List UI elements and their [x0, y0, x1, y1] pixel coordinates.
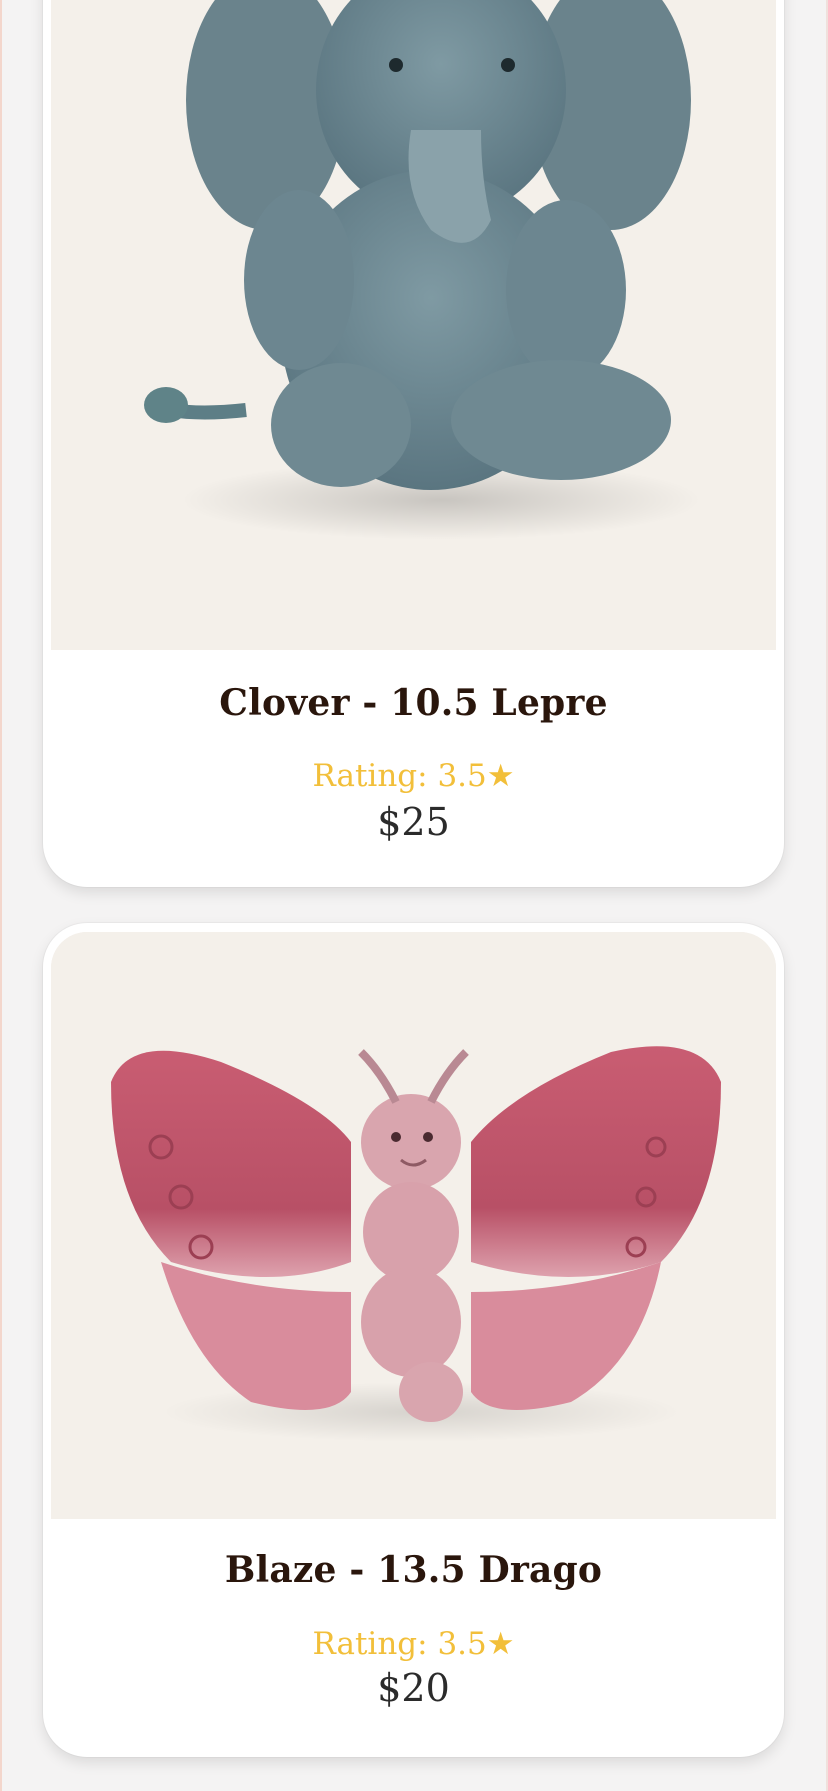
product-image[interactable]: [51, 932, 776, 1519]
product-title[interactable]: Clover - 10.5 Lepre: [43, 682, 784, 724]
product-price: $20: [377, 1666, 450, 1710]
product-title[interactable]: Blaze - 13.5 Drago: [43, 1549, 784, 1591]
page-edge-left: [0, 0, 2, 1791]
product-rating: Rating: 3.5★: [312, 1626, 515, 1662]
product-rating: Rating: 3.5★: [312, 758, 515, 794]
product-card[interactable]: Clover - 10.5 Lepre Rating: 3.5★ $25: [43, 0, 784, 887]
product-price: $25: [377, 800, 450, 844]
plush-elephant-image: [51, 0, 776, 650]
product-card[interactable]: Blaze - 13.5 Drago Rating: 3.5★ $20: [43, 923, 784, 1757]
product-image[interactable]: [51, 0, 776, 650]
plush-butterfly-image: [51, 932, 776, 1519]
